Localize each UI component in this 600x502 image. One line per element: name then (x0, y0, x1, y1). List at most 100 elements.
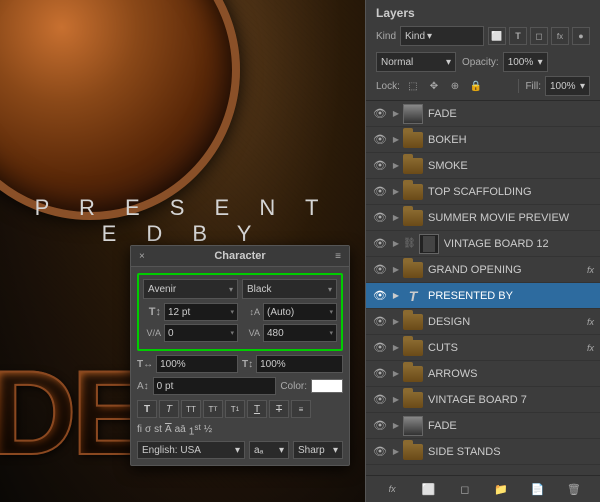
filter-smart-btn[interactable]: ● (572, 27, 590, 45)
lig-sigma[interactable]: σ (145, 424, 151, 435)
layer-item[interactable]: 👁 ▶ FADE (366, 101, 600, 127)
layer-item[interactable]: 👁 ▶ SIDE STANDS (366, 439, 600, 465)
layer-item[interactable]: 👁 ▶ GRAND OPENING fx (366, 257, 600, 283)
close-icon[interactable]: × (139, 251, 145, 262)
add-adjustment-btn[interactable]: ⬜ (418, 480, 438, 498)
lig-st[interactable]: st (154, 424, 162, 435)
layer-expand-btn[interactable]: ▶ (391, 132, 401, 148)
layer-expand-btn[interactable]: ▶ (391, 366, 401, 382)
lig-sup[interactable]: 1st (189, 422, 201, 437)
layer-item[interactable]: 👁 ▶ CUTS fx (366, 335, 600, 361)
layer-visibility-toggle[interactable]: 👁 (372, 132, 388, 148)
fill-input[interactable]: 100% ▾ (545, 76, 590, 96)
layer-visibility-toggle[interactable]: 👁 (372, 340, 388, 356)
layer-expand-btn[interactable]: ▶ (391, 314, 401, 330)
font-style-select[interactable]: Black ▾ (242, 279, 337, 299)
layer-thumbnail (403, 104, 423, 124)
layer-expand-btn[interactable]: ▶ (391, 340, 401, 356)
language-select[interactable]: English: USA ▾ (137, 441, 245, 459)
layer-visibility-toggle[interactable]: 👁 (372, 236, 388, 252)
layer-item[interactable]: 👁 ▶ T PRESENTED BY (366, 283, 600, 309)
layer-visibility-toggle[interactable]: 👁 (372, 158, 388, 174)
blend-mode-select[interactable]: Normal ▾ (376, 52, 456, 72)
kerning-input[interactable]: 0 ▾ (164, 324, 238, 342)
add-mask-btn[interactable]: ◻ (455, 480, 475, 498)
lock-all-btn[interactable]: 🔒 (467, 77, 485, 95)
font-family-select[interactable]: Avenir ▾ (143, 279, 238, 299)
layer-item[interactable]: 👁 ▶ ⛓ VINTAGE BOARD 12 (366, 231, 600, 257)
lock-transparency-btn[interactable]: ⬚ (404, 77, 422, 95)
scale-row: T↔ 100% T↕ 100% (137, 355, 343, 373)
layer-expand-btn[interactable]: ▶ (391, 444, 401, 460)
layer-expand-btn[interactable]: ▶ (391, 210, 401, 226)
layer-expand-btn[interactable]: ▶ (391, 184, 401, 200)
style-tt-btn[interactable]: TT (181, 400, 201, 418)
layer-item[interactable]: 👁 ▶ BOKEH (366, 127, 600, 153)
layer-expand-btn[interactable]: ▶ (391, 158, 401, 174)
layer-expand-btn[interactable]: ▶ (391, 418, 401, 434)
filter-fx-btn[interactable]: fx (551, 27, 569, 45)
lig-aa[interactable]: aā (175, 424, 186, 435)
lock-image-btn[interactable]: ✥ (425, 77, 443, 95)
scale-v-input[interactable]: 100% (256, 355, 343, 373)
layer-item[interactable]: 👁 ▶ VINTAGE BOARD 7 (366, 387, 600, 413)
layer-visibility-toggle[interactable]: 👁 (372, 210, 388, 226)
layer-visibility-toggle[interactable]: 👁 (372, 444, 388, 460)
leading-input[interactable]: (Auto) ▾ (263, 303, 337, 321)
new-layer-btn[interactable]: 📄 (527, 480, 547, 498)
new-group-btn[interactable]: 📁 (491, 480, 511, 498)
font-family-arrow: ▾ (229, 285, 233, 294)
panel-menu-icon[interactable]: ≡ (335, 251, 341, 262)
delete-layer-btn[interactable]: 🗑 (564, 480, 584, 498)
tracking-input[interactable]: 480 ▾ (263, 324, 337, 342)
filter-shape-btn[interactable]: ◻ (530, 27, 548, 45)
style-bold-btn[interactable]: T (137, 400, 157, 418)
layer-thumbnail (403, 442, 423, 462)
lig-fi[interactable]: fi (137, 424, 142, 435)
style-super-btn[interactable]: TT (203, 400, 223, 418)
layer-visibility-toggle[interactable]: 👁 (372, 314, 388, 330)
filter-text-btn[interactable]: T (509, 27, 527, 45)
layer-visibility-toggle[interactable]: 👁 (372, 106, 388, 122)
style-italic-btn[interactable]: T (159, 400, 179, 418)
lig-half[interactable]: ½ (204, 424, 212, 435)
font-size-input[interactable]: 12 pt ▾ (164, 303, 238, 321)
sharp-select[interactable]: Sharp ▾ (293, 441, 343, 459)
layer-visibility-toggle[interactable]: 👁 (372, 418, 388, 434)
filter-pixel-btn[interactable]: ⬜ (488, 27, 506, 45)
style-sub-btn[interactable]: T1 (225, 400, 245, 418)
layer-visibility-toggle[interactable]: 👁 (372, 288, 388, 304)
layer-expand-btn[interactable]: ▶ (391, 236, 401, 252)
layer-name: SIDE STANDS (428, 446, 594, 458)
layer-expand-btn[interactable]: ▶ (391, 106, 401, 122)
style-underline-btn[interactable]: T (247, 400, 267, 418)
layer-visibility-toggle[interactable]: 👁 (372, 262, 388, 278)
style-strike-btn[interactable]: T (269, 400, 289, 418)
baseline-input[interactable]: 0 pt (153, 377, 277, 395)
baseline-icon: A↕ (137, 381, 149, 392)
leading-field: ↕A (Auto) ▾ (242, 303, 337, 321)
lig-over[interactable]: A (165, 424, 172, 435)
color-swatch[interactable] (311, 379, 343, 393)
opacity-input[interactable]: 100% ▾ (503, 52, 548, 72)
layer-item[interactable]: 👁 ▶ ARROWS (366, 361, 600, 387)
kind-select[interactable]: Kind ▾ (400, 26, 484, 46)
layer-visibility-toggle[interactable]: 👁 (372, 366, 388, 382)
lock-position-btn[interactable]: ⊕ (446, 77, 464, 95)
scale-h-input[interactable]: 100% (156, 355, 238, 373)
layer-expand-btn[interactable]: ▶ (391, 288, 401, 304)
layer-item[interactable]: 👁 ▶ DESIGN fx (366, 309, 600, 335)
layer-visibility-toggle[interactable]: 👁 (372, 184, 388, 200)
layer-item[interactable]: 👁 ▶ TOP SCAFFOLDING (366, 179, 600, 205)
layer-name: PRESENTED BY (428, 290, 594, 302)
layer-visibility-toggle[interactable]: 👁 (372, 392, 388, 408)
layer-item[interactable]: 👁 ▶ SUMMER MOVIE PREVIEW (366, 205, 600, 231)
antialiasing-select[interactable]: aₐ ▾ (249, 441, 289, 459)
big-letters: DE (0, 344, 147, 482)
layer-item[interactable]: 👁 ▶ SMOKE (366, 153, 600, 179)
style-align-btn[interactable]: ≡ (291, 400, 311, 418)
layer-expand-btn[interactable]: ▶ (391, 392, 401, 408)
layer-item[interactable]: 👁 ▶ FADE (366, 413, 600, 439)
add-fx-btn[interactable]: fx (382, 480, 402, 498)
layer-expand-btn[interactable]: ▶ (391, 262, 401, 278)
